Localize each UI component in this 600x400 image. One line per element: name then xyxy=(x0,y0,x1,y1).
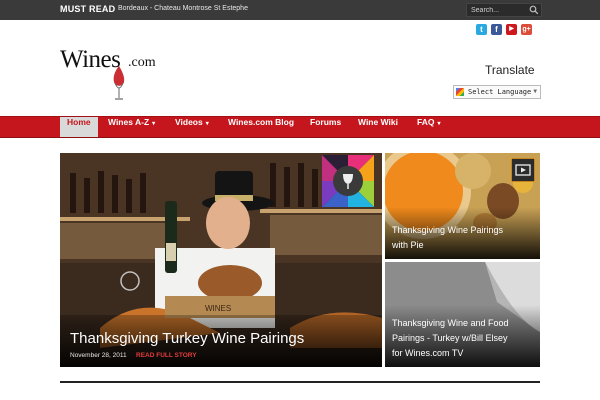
must-read-label: MUST READ xyxy=(60,4,116,14)
twitter-icon[interactable]: t xyxy=(476,24,487,35)
card-title[interactable]: Thanksgiving Wine and Food Pairings - Tu… xyxy=(392,316,509,361)
site-logo[interactable]: Wines .com xyxy=(60,46,170,104)
google-translate-icon xyxy=(456,88,464,96)
ticker-link[interactable]: Bordeaux - Chateau Montrose St Estephe xyxy=(118,5,248,12)
nav-item-wines-a-z[interactable]: Wines A-Z ▾ xyxy=(108,117,155,137)
main-nav: Home Wines A-Z ▾ Videos ▾ Wines.com Blog F… xyxy=(0,116,600,138)
nav-label: Home xyxy=(67,117,91,127)
crate-text: WINES xyxy=(205,304,231,313)
story-card-pie[interactable]: Thanksgiving Wine Pairings with Pie xyxy=(385,153,540,259)
card-title-line: Thanksgiving Wine and Food xyxy=(392,318,509,328)
top-bar: MUST READ Bordeaux - Chateau Montrose St… xyxy=(0,0,600,20)
language-select-value: Select Language xyxy=(468,88,532,96)
wine-glass-icon xyxy=(113,66,125,100)
featured-story[interactable]: WINES Thanksgiving Turkey Wine Pairings … xyxy=(60,153,382,367)
youtube-icon[interactable]: ▶ xyxy=(506,24,517,35)
video-badge-icon xyxy=(511,158,535,182)
language-select[interactable]: Select Language ▼ xyxy=(453,85,541,99)
nav-item-home[interactable]: Home xyxy=(60,117,98,137)
card-title-line: with Pie xyxy=(392,240,424,250)
nav-item-blog[interactable]: Wines.com Blog xyxy=(228,117,294,137)
facebook-icon[interactable]: f xyxy=(491,24,502,35)
search-box xyxy=(466,3,542,17)
chevron-down-icon: ▾ xyxy=(205,121,209,127)
read-full-story-link[interactable]: READ FULL STORY xyxy=(136,352,197,359)
nav-item-videos[interactable]: Videos ▾ xyxy=(175,117,209,137)
nav-label: Wines.com Blog xyxy=(228,117,295,127)
nav-label: Wines A-Z xyxy=(108,117,150,127)
card-title-line: Thanksgiving Wine Pairings xyxy=(392,225,504,235)
card-title-line: for Wines.com TV xyxy=(392,348,464,358)
social-icons: t f ▶ g+ xyxy=(476,24,532,35)
google-plus-icon[interactable]: g+ xyxy=(521,24,532,35)
video-badge-icon xyxy=(322,155,374,207)
search-input[interactable] xyxy=(471,5,529,16)
logo-suffix: .com xyxy=(128,55,156,70)
nav-label: Wine Wiki xyxy=(358,117,398,127)
featured-date: November 28, 2011 xyxy=(70,352,127,359)
story-card-turkey[interactable]: Thanksgiving Wine and Food Pairings - Tu… xyxy=(385,262,540,367)
chevron-down-icon: ▾ xyxy=(152,121,156,127)
section-divider xyxy=(60,381,540,383)
nav-label: FAQ xyxy=(417,117,435,127)
nav-item-forums[interactable]: Forums xyxy=(310,117,341,137)
search-icon[interactable] xyxy=(529,5,539,15)
nav-item-faq[interactable]: FAQ ▾ xyxy=(417,117,441,137)
card-title-line: Pairings - Turkey w/Bill Elsey xyxy=(392,333,508,343)
nav-label: Videos xyxy=(175,117,203,127)
nav-item-wine-wiki[interactable]: Wine Wiki xyxy=(358,117,398,137)
chevron-down-icon: ▼ xyxy=(533,88,537,95)
nav-label: Forums xyxy=(310,117,342,127)
translate-title: Translate xyxy=(485,63,535,77)
featured-title[interactable]: Thanksgiving Turkey Wine Pairings xyxy=(70,330,304,347)
card-title[interactable]: Thanksgiving Wine Pairings with Pie xyxy=(392,223,503,253)
chevron-down-icon: ▾ xyxy=(437,121,441,127)
